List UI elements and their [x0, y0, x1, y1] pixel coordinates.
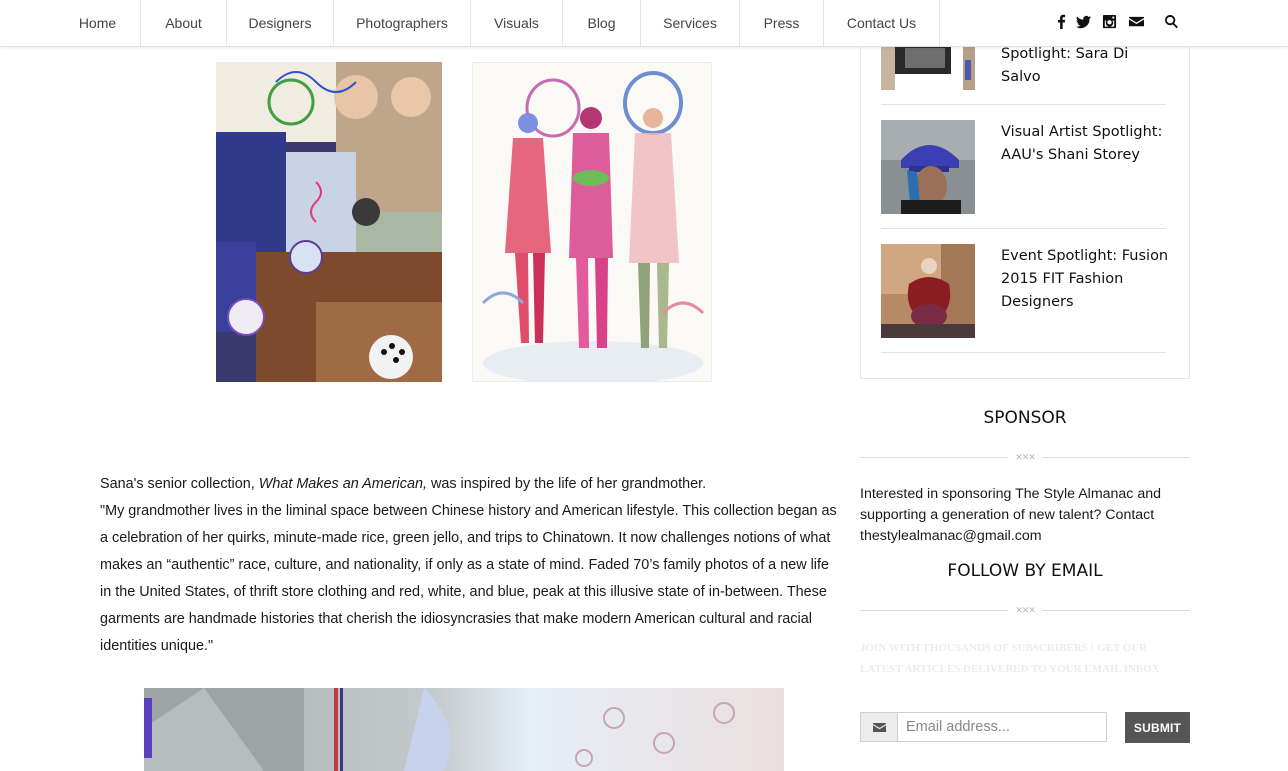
nav-item-press[interactable]: Press — [740, 0, 824, 46]
nav-item-blog[interactable]: Blog — [563, 0, 641, 46]
recent-post-item[interactable]: Visual Artist Spotlight: AAU's Shani Sto… — [881, 120, 1166, 214]
collage-photo — [216, 62, 442, 382]
email-field-wrapper — [860, 712, 1107, 742]
top-navigation-bar: Home About Designers Photographers Visua… — [0, 0, 1288, 47]
article-quote: "My grandmother lives in the liminal spa… — [100, 503, 837, 654]
search-icon[interactable] — [1164, 14, 1182, 32]
post-divider — [881, 352, 1166, 353]
post-thumbnail[interactable] — [881, 120, 975, 214]
submit-button[interactable]: SUBMIT — [1125, 712, 1190, 743]
nav-item-designers[interactable]: Designers — [227, 0, 334, 46]
article-body: Sana's senior collection, What Makes an … — [100, 471, 840, 660]
nav-item-visuals[interactable]: Visuals — [471, 0, 563, 46]
nav-item-home[interactable]: Home — [55, 0, 141, 46]
follow-by-email-title: FOLLOW BY EMAIL — [947, 561, 1103, 581]
fashion-illustration — [472, 62, 712, 382]
envelope-icon[interactable] — [1129, 14, 1147, 32]
nav-item-services[interactable]: Services — [641, 0, 740, 46]
divider-line — [1042, 457, 1190, 458]
collection-title: What Makes an American, — [258, 476, 427, 492]
facebook-icon[interactable] — [1054, 14, 1072, 32]
divider-line — [860, 610, 1008, 611]
email-input[interactable] — [898, 713, 1106, 741]
twitter-icon[interactable] — [1076, 14, 1094, 32]
divider-line — [1042, 610, 1190, 611]
post-title[interactable]: Visual Artist Spotlight: AAU's Shani Sto… — [1001, 121, 1171, 167]
post-title[interactable]: Event Spotlight: Fusion 2015 FIT Fashion… — [1001, 245, 1171, 314]
nav-item-photographers[interactable]: Photographers — [334, 0, 471, 46]
post-divider — [881, 228, 1166, 229]
divider-ornament: ✕✕✕ — [1015, 452, 1036, 462]
instagram-icon[interactable] — [1102, 14, 1120, 32]
widget-divider: ✕✕✕ — [860, 452, 1190, 462]
widget-divider: ✕✕✕ — [860, 605, 1190, 615]
garment-photo — [144, 688, 784, 771]
intro-text-end: was inspired by the life of her grandmot… — [426, 476, 707, 492]
post-title[interactable]: Spotlight: Sara Di Salvo — [1001, 43, 1171, 89]
nav-item-contact-us[interactable]: Contact Us — [824, 0, 940, 46]
subscribe-note: JOIN WITH THOUSANDS OF SUBSCRIBERS ! GET… — [860, 642, 1160, 675]
divider-line — [860, 457, 1008, 458]
main-menu: Home About Designers Photographers Visua… — [55, 0, 940, 46]
post-thumbnail[interactable] — [881, 244, 975, 338]
article-intro: Sana's senior collection, What Makes an … — [100, 471, 840, 498]
sponsor-widget-title: SPONSOR — [983, 408, 1067, 428]
envelope-icon — [861, 713, 898, 741]
sponsor-text: Interested in sponsoring The Style Alman… — [860, 486, 1162, 544]
divider-ornament: ✕✕✕ — [1015, 605, 1036, 615]
post-divider — [881, 104, 1166, 105]
intro-text: Sana's senior collection, — [100, 476, 259, 492]
nav-item-about[interactable]: About — [141, 0, 227, 46]
recent-post-item[interactable]: Event Spotlight: Fusion 2015 FIT Fashion… — [881, 244, 1168, 338]
